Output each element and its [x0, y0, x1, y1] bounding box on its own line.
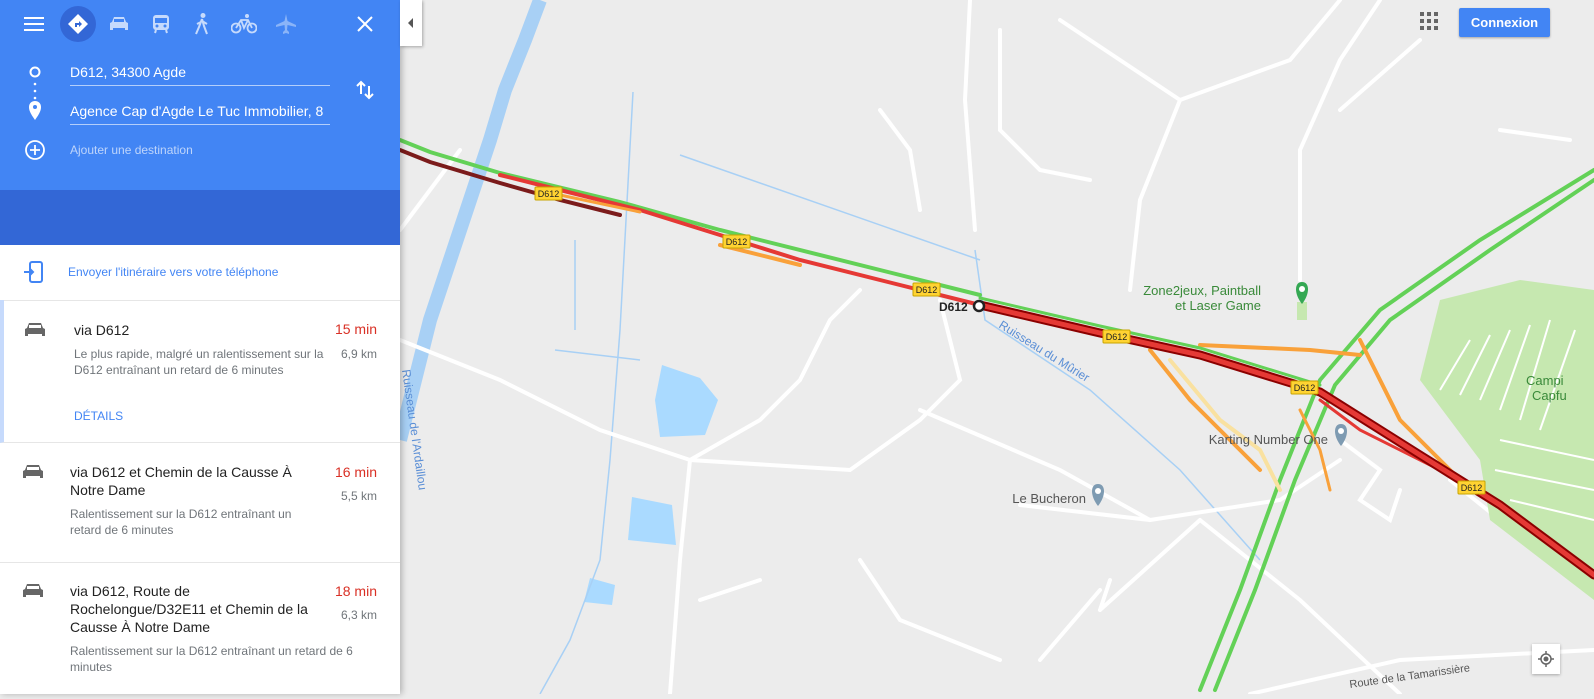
- route-description: Le plus rapide, malgré un ralentissement…: [74, 347, 324, 377]
- route-description: Ralentissement sur la D612 entraînant un…: [70, 507, 292, 537]
- car-icon: [110, 17, 128, 30]
- route-time: 18 min: [334, 583, 377, 599]
- add-icon[interactable]: [24, 139, 46, 161]
- start-label: D612: [939, 300, 968, 314]
- route-option-2[interactable]: via D612 et Chemin de la Causse À Notre …: [0, 443, 400, 563]
- details-button[interactable]: DÉTAILS: [74, 409, 123, 423]
- flight-icon: [276, 14, 296, 34]
- start-marker[interactable]: [972, 299, 986, 313]
- mode-best-route[interactable]: [60, 6, 96, 42]
- road-shield-label: D612: [1461, 483, 1483, 493]
- mode-bike[interactable]: [226, 6, 262, 42]
- transit-icon: [153, 15, 169, 34]
- directions-panel: D612, 34300 Agde Agence Cap d'Agde Le Tu…: [0, 0, 400, 694]
- car-icon: [23, 465, 43, 478]
- route-description: Ralentissement sur la D612 entraînant un…: [70, 644, 353, 674]
- walk-icon: [195, 13, 208, 35]
- waypoint-connector: [29, 66, 41, 120]
- mode-flight[interactable]: [268, 6, 304, 42]
- my-location-button[interactable]: [1532, 644, 1560, 674]
- map-canvas[interactable]: D612 D612 D612 D612 D612 D612 D612 Ruiss…: [393, 0, 1594, 696]
- road-shield-label: D612: [916, 285, 938, 295]
- place-label-zone2jeux[interactable]: Zone2jeux, Paintball: [1143, 283, 1261, 298]
- origin-input[interactable]: D612, 34300 Agde: [70, 64, 330, 86]
- route-distance: 6,3 km: [340, 608, 377, 622]
- menu-button[interactable]: [16, 6, 52, 42]
- route-title: via D612 et Chemin de la Causse À Notre …: [70, 464, 292, 498]
- route-time: 16 min: [334, 464, 377, 480]
- route-option-3[interactable]: via D612, Route de Rochelongue/D32E11 et…: [0, 562, 400, 694]
- login-button[interactable]: Connexion: [1459, 8, 1550, 37]
- close-button[interactable]: [347, 6, 383, 42]
- mode-car[interactable]: [101, 6, 137, 42]
- place-label-camping[interactable]: Campi: [1526, 373, 1564, 388]
- apps-icon[interactable]: [1420, 12, 1440, 32]
- destination-input[interactable]: Agence Cap d'Agde Le Tuc Immobilier, 8: [70, 103, 330, 125]
- directions-header: D612, 34300 Agde Agence Cap d'Agde Le Tu…: [0, 0, 400, 190]
- depart-bar: Partir maintenant OPTIONS: [0, 190, 400, 414]
- green-spot: [1297, 302, 1307, 320]
- road-shield-label: D612: [538, 189, 560, 199]
- car-icon: [23, 584, 43, 597]
- mode-walk[interactable]: [184, 6, 220, 42]
- road-shield-label: D612: [1106, 332, 1128, 342]
- place-label-camping[interactable]: Capfu: [1532, 388, 1567, 403]
- swap-icon[interactable]: [355, 80, 375, 100]
- route-title: via D612: [74, 322, 130, 338]
- road-shield-label: D612: [1294, 383, 1316, 393]
- map-svg[interactable]: D612 D612 D612 D612 D612 D612 D612 Ruiss…: [393, 0, 1594, 696]
- collapse-panel-button[interactable]: [400, 0, 422, 46]
- route-option-1[interactable]: via D612 15 min 6,9 km Le plus rapide, m…: [0, 300, 400, 443]
- route-time: 15 min: [334, 321, 377, 337]
- car-icon: [25, 323, 45, 336]
- place-label-bucheron[interactable]: Le Bucheron: [1012, 491, 1086, 506]
- send-to-phone-row[interactable]: Envoyer l'itinéraire vers votre téléphon…: [0, 245, 400, 301]
- place-label-zone2jeux[interactable]: et Laser Game: [1175, 298, 1261, 313]
- bike-icon: [231, 14, 257, 34]
- route-distance: 5,5 km: [340, 489, 377, 503]
- phone-send-icon: [24, 261, 43, 283]
- route-distance: 6,9 km: [340, 347, 377, 361]
- chevron-left-icon: [408, 18, 413, 28]
- route-title: via D612, Route de Rochelongue/D32E11 et…: [70, 583, 308, 635]
- close-icon: [357, 16, 373, 32]
- menu-icon: [24, 17, 44, 31]
- place-label-karting[interactable]: Karting Number One: [1209, 432, 1328, 447]
- add-destination-input[interactable]: Ajouter une destination: [70, 143, 193, 157]
- send-to-phone-link[interactable]: Envoyer l'itinéraire vers votre téléphon…: [68, 265, 278, 279]
- mode-transit[interactable]: [143, 6, 179, 42]
- road-shield-label: D612: [726, 237, 748, 247]
- location-icon: [1538, 651, 1554, 667]
- directions-icon: [68, 14, 88, 34]
